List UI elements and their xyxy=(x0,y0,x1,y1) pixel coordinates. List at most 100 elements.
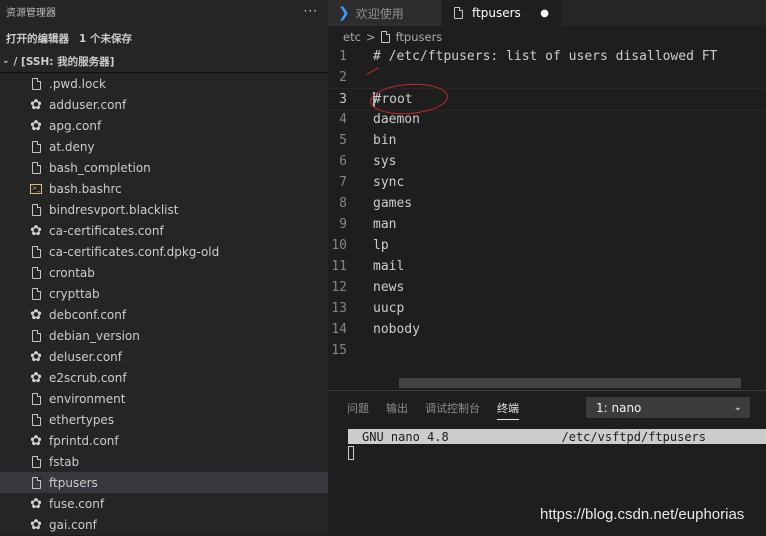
gear-icon: ✿ xyxy=(30,516,42,533)
code-text: mail xyxy=(373,259,405,274)
file-item[interactable]: at.deny xyxy=(0,136,328,157)
line-number: 7 xyxy=(339,175,347,190)
file-label: fstab xyxy=(49,454,80,469)
panel-tab[interactable]: 输出 xyxy=(386,400,408,420)
code-line[interactable]: 2 xyxy=(328,67,766,88)
file-label: crypttab xyxy=(49,286,100,301)
code-line[interactable]: 14 nobody xyxy=(328,319,766,340)
line-number: 11 xyxy=(331,259,347,274)
code-line[interactable]: 11 mail xyxy=(328,256,766,277)
panel-tab[interactable]: 问题 xyxy=(347,400,369,420)
nano-title-bar: GNU nano 4.8 /etc/vsftpd/ftpusers xyxy=(348,429,766,444)
code-line[interactable]: 13 uucp xyxy=(328,298,766,319)
tab-ftpusers[interactable]: ftpusers ● xyxy=(442,0,562,26)
explorer-sidebar: 资源管理器 ··· 打开的编辑器 1 个未保存 ⌄ / [SSH: 我的服务器]… xyxy=(0,0,328,535)
panel-tab[interactable]: 终端 xyxy=(497,400,519,420)
panel-tab[interactable]: 调试控制台 xyxy=(425,400,480,420)
more-actions-button[interactable]: ··· xyxy=(304,4,318,18)
file-item[interactable]: ✿ ca-certificates.conf xyxy=(0,220,328,241)
file-item[interactable]: ethertypes xyxy=(0,409,328,430)
code-line[interactable]: 6 sys xyxy=(328,151,766,172)
terminal-select[interactable]: 1: nano ⌄ xyxy=(586,397,750,418)
line-number: 4 xyxy=(339,112,347,127)
code-text: # /etc/ftpusers: list of users disallowe… xyxy=(373,49,718,64)
file-item[interactable]: ✿ deluser.conf xyxy=(0,346,328,367)
file-tree: .pwd.lock ✿ adduser.conf ✿ apg.conf at.deny ba… xyxy=(0,73,328,535)
unsaved-dot-icon[interactable]: ● xyxy=(540,8,549,19)
code-text: news xyxy=(373,280,405,295)
file-item[interactable]: debian_version xyxy=(0,325,328,346)
line-number: 13 xyxy=(331,301,347,316)
file-item[interactable]: ✿ adduser.conf xyxy=(0,94,328,115)
code-line[interactable]: 15 xyxy=(328,340,766,361)
code-text: sync xyxy=(373,175,405,190)
file-label: at.deny xyxy=(49,139,95,154)
file-icon xyxy=(30,203,42,216)
file-item[interactable]: fstab xyxy=(0,451,328,472)
file-item[interactable]: bindresvport.blacklist xyxy=(0,199,328,220)
file-icon xyxy=(30,161,42,174)
code-line[interactable]: 5 bin xyxy=(328,130,766,151)
file-icon xyxy=(30,455,42,468)
file-label: ethertypes xyxy=(49,412,115,427)
code-text: sys xyxy=(373,154,397,169)
code-line[interactable]: 9 man xyxy=(328,214,766,235)
file-item[interactable]: ✿ debconf.conf xyxy=(0,304,328,325)
file-label: ftpusers xyxy=(49,475,98,490)
code-text: man xyxy=(373,217,397,232)
file-item[interactable]: ✿ e2scrub.conf xyxy=(0,367,328,388)
file-icon xyxy=(380,31,390,43)
line-number: 1 xyxy=(339,49,347,64)
ssh-root-folder[interactable]: ⌄ / [SSH: 我的服务器] xyxy=(0,50,328,73)
file-item[interactable]: ftpusers xyxy=(0,472,328,493)
breadcrumb-folder[interactable]: etc xyxy=(343,30,361,44)
terminal-select-value: 1: nano xyxy=(596,400,642,415)
file-label: bash.bashrc xyxy=(49,181,122,196)
line-number: 6 xyxy=(339,154,347,169)
file-icon xyxy=(452,7,464,20)
file-item[interactable]: crypttab xyxy=(0,283,328,304)
file-item[interactable]: >_ bash.bashrc xyxy=(0,178,328,199)
file-item[interactable]: crontab xyxy=(0,262,328,283)
file-item[interactable]: .pwd.lock xyxy=(0,73,328,94)
file-label: ca-certificates.conf.dpkg-old xyxy=(49,244,220,259)
line-number: 2 xyxy=(339,70,347,85)
breadcrumb-file[interactable]: ftpusers xyxy=(396,30,443,44)
line-number: 14 xyxy=(331,322,347,337)
file-item[interactable]: bash_completion xyxy=(0,157,328,178)
horizontal-scrollbar[interactable] xyxy=(399,378,741,388)
tab-welcome[interactable]: ❯ 欢迎使用 xyxy=(328,0,442,26)
nano-version: GNU nano 4.8 xyxy=(362,429,449,444)
open-editors-section[interactable]: 打开的编辑器 1 个未保存 xyxy=(0,26,328,50)
gear-icon: ✿ xyxy=(30,348,42,365)
file-item[interactable]: ✿ apg.conf xyxy=(0,115,328,136)
file-item[interactable]: ✿ gai.conf xyxy=(0,514,328,535)
file-item[interactable]: ✿ fprintd.conf xyxy=(0,430,328,451)
code-line[interactable]: 8 games xyxy=(328,193,766,214)
file-icon xyxy=(30,140,42,153)
gear-icon: ✿ xyxy=(30,306,42,323)
code-line[interactable]: 10 lp xyxy=(328,235,766,256)
code-line[interactable]: 12 news xyxy=(328,277,766,298)
file-item[interactable]: ✿ fuse.conf xyxy=(0,493,328,514)
code-line[interactable]: 7 sync xyxy=(328,172,766,193)
line-number: 5 xyxy=(339,133,347,148)
file-item[interactable]: ca-certificates.conf.dpkg-old xyxy=(0,241,328,262)
code-line[interactable]: 1 # /etc/ftpusers: list of users disallow… xyxy=(328,46,766,67)
breadcrumb: etc > ftpusers xyxy=(343,29,442,45)
breadcrumb-separator: > xyxy=(365,30,376,44)
gear-icon: ✿ xyxy=(30,369,42,386)
terminal-cursor xyxy=(348,446,354,460)
code-text: uucp xyxy=(373,301,405,316)
vscode-icon: ❯ xyxy=(338,5,350,21)
file-item[interactable]: environment xyxy=(0,388,328,409)
gear-icon: ✿ xyxy=(30,117,42,134)
ssh-root-label: / [SSH: 我的服务器] xyxy=(13,55,115,68)
line-number: 3 xyxy=(339,92,347,107)
line-number: 9 xyxy=(339,217,347,232)
watermark: https://blog.csdn.net/euphorias xyxy=(540,506,745,523)
shell-icon: >_ xyxy=(30,183,42,194)
file-icon xyxy=(30,329,42,342)
line-number: 8 xyxy=(339,196,347,211)
open-editors-label: 打开的编辑器 xyxy=(6,32,69,45)
